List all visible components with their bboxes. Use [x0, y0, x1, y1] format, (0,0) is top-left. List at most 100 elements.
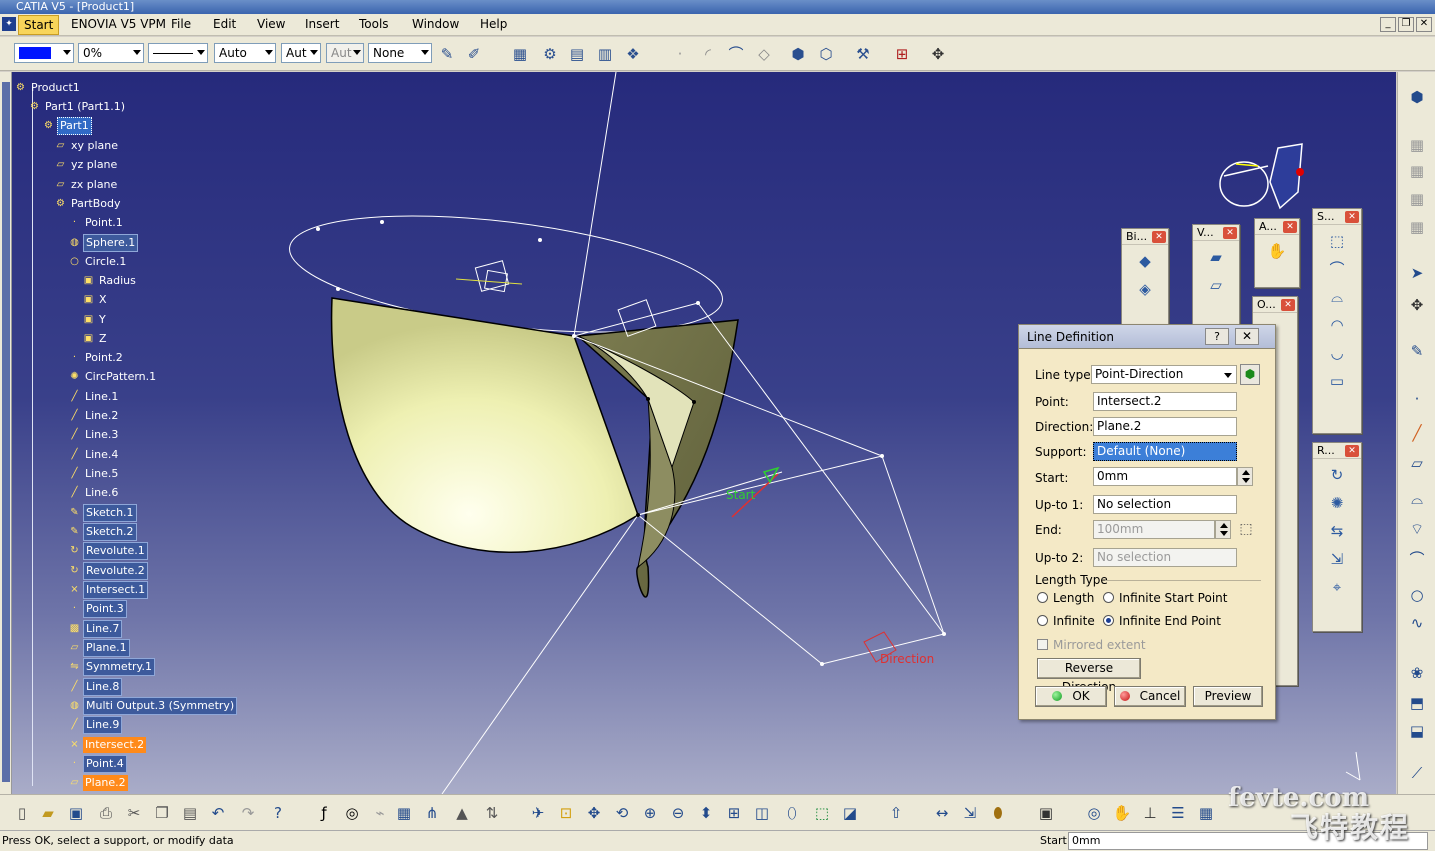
thickness-combo[interactable]: Auto	[214, 43, 276, 63]
tree-node-feature[interactable]: ╱ Line.3	[68, 427, 120, 443]
multi-view-icon[interactable]: ⊞	[724, 803, 744, 823]
cancel-button[interactable]: Cancel	[1114, 686, 1186, 707]
floating-toolbar-a[interactable]: A... ✕ ✋	[1254, 218, 1300, 288]
intersection-icon[interactable]: ⌔	[1406, 518, 1428, 540]
boundary-icon[interactable]: ◆	[1133, 249, 1157, 273]
tree-expand-icon[interactable]: ☰	[1168, 803, 1188, 823]
close-icon[interactable]: ✕	[1281, 299, 1295, 311]
tree-node-feature[interactable]: ▣ Z	[82, 331, 109, 347]
tree-node-feature[interactable]: ▣ Y	[82, 312, 108, 328]
fit-all-icon[interactable]: ⊡	[556, 803, 576, 823]
hand-icon[interactable]: ✋	[1112, 803, 1132, 823]
tree-node-feature[interactable]: · Point.1	[68, 215, 125, 231]
whats-this-icon[interactable]: ?	[268, 803, 288, 823]
rotate-icon[interactable]: ↻	[1325, 463, 1349, 487]
end-field[interactable]: 100mm	[1093, 520, 1215, 539]
copy-icon[interactable]: ❐	[152, 803, 172, 823]
restore-button[interactable]: ❐	[1398, 17, 1414, 32]
axis-system-icon[interactable]: ⌖	[1325, 575, 1349, 599]
scan-icon[interactable]: ⬢	[788, 44, 808, 64]
layer-combo[interactable]: None	[368, 43, 432, 63]
infinite-start-label[interactable]: Infinite Start Point	[1119, 591, 1227, 605]
spiral-icon[interactable]: ◎	[1084, 803, 1104, 823]
undo-icon[interactable]: ↶	[208, 803, 228, 823]
hide-show-icon[interactable]: ⬚	[812, 803, 832, 823]
support-field[interactable]: Default (None)	[1093, 442, 1237, 461]
tree-node-feature[interactable]: ↻ Revolute.1	[68, 542, 148, 560]
translate-icon[interactable]: ⇆	[1325, 519, 1349, 543]
lock-icon[interactable]: ▲	[452, 803, 472, 823]
ok-button[interactable]: OK	[1035, 686, 1107, 707]
paste-icon[interactable]: ▤	[180, 803, 200, 823]
tree-node-feature[interactable]: ╱ Line.4	[68, 447, 120, 463]
tree-node-partbody[interactable]: ⚙ PartBody	[54, 196, 122, 212]
tree-node-feature[interactable]: ◍ Sphere.1	[68, 234, 139, 252]
analysis-icon[interactable]: ✋	[1265, 239, 1289, 263]
measure-icon[interactable]: ⬚	[1235, 519, 1257, 540]
volume-icon[interactable]: ▰	[1204, 245, 1228, 269]
tree-node-feature[interactable]: ▩ Line.7	[68, 620, 123, 638]
tree-node-feature[interactable]: ○ Circle.1	[68, 254, 128, 270]
grid-icon[interactable]: ⊞	[892, 44, 912, 64]
up-to-1-field[interactable]: No selection	[1093, 495, 1237, 514]
point-style-combo[interactable]: Aut	[281, 43, 321, 63]
tree-node-zx-plane[interactable]: ▱ zx plane	[54, 177, 119, 193]
menu-help[interactable]: Help	[480, 17, 507, 31]
sketcher-icon[interactable]: ▦	[1406, 134, 1428, 156]
redo-icon[interactable]: ↷	[238, 803, 258, 823]
open-file-icon[interactable]: ▰	[38, 803, 58, 823]
tree-node-feature[interactable]: ╱ Line.2	[68, 408, 120, 424]
close-icon[interactable]: ✕	[1223, 227, 1237, 239]
new-file-icon[interactable]: ▯	[12, 803, 32, 823]
tree-node-feature[interactable]: ▣ X	[82, 292, 109, 308]
line-tool-icon[interactable]: ╱	[1406, 422, 1428, 444]
knowledge-icon[interactable]: ⌁	[370, 803, 390, 823]
tree-node-feature[interactable]: ╱ Line.9	[68, 716, 123, 734]
copy-tree-icon[interactable]: ▤	[567, 44, 587, 64]
fly-icon[interactable]: ✈	[528, 803, 548, 823]
scale-icon[interactable]: ⇲	[1325, 547, 1349, 571]
rotate-view-icon[interactable]: ⟲	[612, 803, 632, 823]
tree-node-product1[interactable]: ⚙ Product1	[14, 80, 82, 96]
color-combo[interactable]	[14, 43, 74, 63]
tree-node-feature[interactable]: ▱ Plane.2	[68, 775, 128, 791]
sweep-icon[interactable]: ⌒	[1325, 257, 1349, 281]
cut-icon[interactable]: ✂	[124, 803, 144, 823]
dialog-title-bar[interactable]: Line Definition ? ✕	[1019, 325, 1275, 349]
tree-node-feature[interactable]: ╱ Line.1	[68, 389, 120, 405]
start-field[interactable]: 0mm	[1093, 467, 1237, 486]
help-button[interactable]: ?	[1205, 328, 1229, 345]
reverse-direction-button[interactable]: Reverse Direction	[1037, 658, 1141, 694]
mirrored-extent-checkbox[interactable]	[1037, 639, 1048, 650]
minimize-button[interactable]: _	[1380, 17, 1396, 32]
offset-icon[interactable]: ▭	[1325, 369, 1349, 393]
length-option-label[interactable]: Length	[1053, 591, 1094, 605]
scan-2-icon[interactable]: ⬡	[816, 44, 836, 64]
infinite-radio[interactable]	[1037, 615, 1048, 626]
revolve-icon[interactable]: ⬓	[1406, 720, 1428, 742]
tree-node-feature[interactable]: ⨯ Intersect.2	[68, 737, 147, 753]
menu-view[interactable]: View	[257, 17, 285, 31]
capture-icon[interactable]: ▣	[1036, 803, 1056, 823]
shading-icon[interactable]: ⬯	[782, 803, 802, 823]
floating-toolbar-v[interactable]: V... ✕ ▰ ▱	[1192, 224, 1240, 328]
end-spinner[interactable]	[1215, 520, 1231, 539]
dialog-close-button[interactable]: ✕	[1235, 328, 1259, 345]
tree-node-feature[interactable]: · Point.4	[68, 755, 127, 773]
zoom-out-icon[interactable]: ⊖	[668, 803, 688, 823]
line-type-options-icon[interactable]: ⬢	[1240, 364, 1260, 385]
sketcher-2-icon[interactable]: ▦	[1406, 160, 1428, 182]
curve-icon[interactable]: ◜	[698, 44, 718, 64]
pattern-icon[interactable]: ✺	[1325, 491, 1349, 515]
point-small-icon[interactable]: ·	[670, 44, 690, 64]
infinite-end-label[interactable]: Infinite End Point	[1119, 614, 1221, 628]
spline-icon[interactable]: ∿	[1406, 612, 1428, 634]
brush-icon[interactable]: ✐	[464, 44, 484, 64]
measure-between-icon[interactable]: ↔	[932, 803, 952, 823]
menu-tools[interactable]: Tools	[359, 17, 389, 31]
close-window-button[interactable]: ✕	[1416, 17, 1432, 32]
print-icon[interactable]: ⎙	[96, 803, 116, 823]
helix-icon[interactable]: ❀	[1406, 662, 1428, 684]
direction-field[interactable]: Plane.2	[1093, 417, 1237, 436]
tree-node-feature[interactable]: · Point.2	[68, 350, 125, 366]
